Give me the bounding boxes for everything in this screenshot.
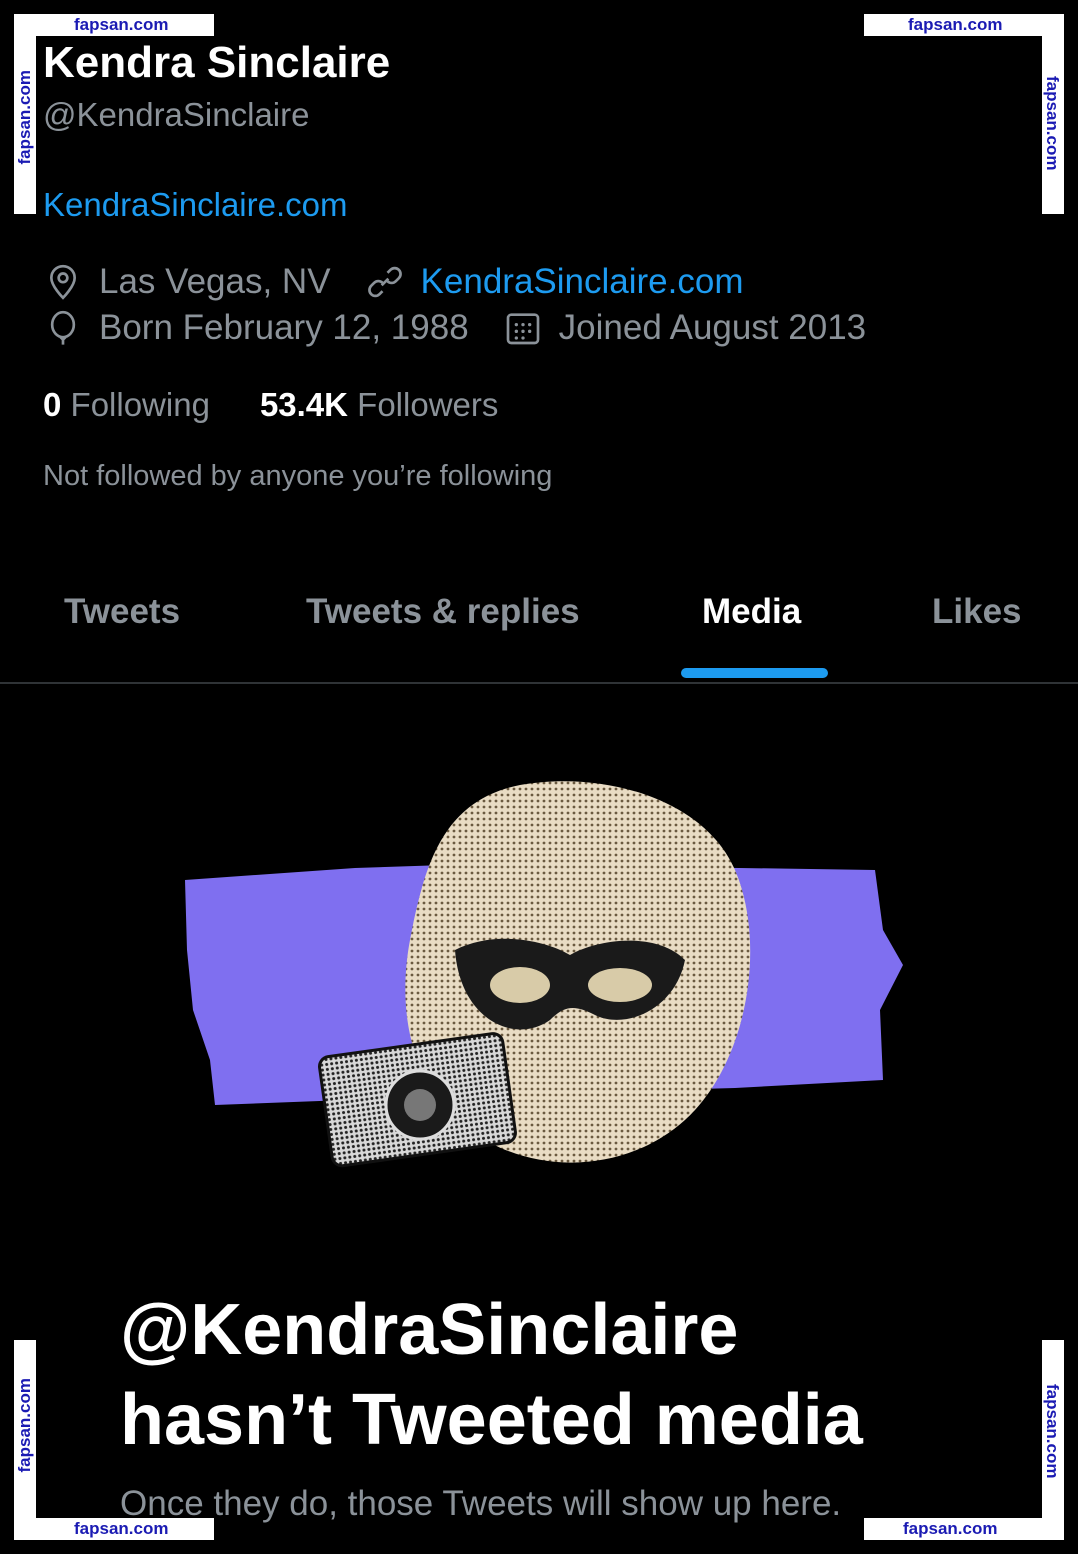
camera-icon [318, 1032, 517, 1168]
followers-link[interactable]: 53.4K Followers [260, 386, 498, 424]
joined-text: Joined August 2013 [558, 308, 867, 347]
tab-media[interactable]: Media [702, 592, 801, 632]
calendar-icon [506, 313, 540, 345]
tab-tweets[interactable]: Tweets [64, 592, 180, 632]
profile-tabs: Tweets Tweets & replies Media Likes [0, 560, 1078, 684]
profile-page: Kendra Sinclaire @KendraSinclaire Kendra… [0, 0, 1078, 1554]
website[interactable]: KendraSinclaire.com [365, 262, 744, 302]
empty-state-title: @KendraSinclaire hasn’t Tweeted media [120, 1285, 1000, 1465]
empty-state-title-line2: hasn’t Tweeted media [120, 1380, 863, 1460]
empty-media-illustration [185, 781, 903, 1168]
tab-tweets-replies[interactable]: Tweets & replies [306, 592, 580, 632]
profile-name: Kendra Sinclaire [43, 38, 391, 87]
empty-state-subtitle: Once they do, those Tweets will show up … [120, 1484, 842, 1523]
empty-state-title-line1: @KendraSinclaire [120, 1290, 739, 1370]
location-text: Las Vegas, NV [99, 262, 331, 301]
mask-eye-right [588, 968, 652, 1002]
active-tab-indicator [681, 668, 828, 678]
profile-handle: @KendraSinclaire [43, 96, 310, 133]
follow-stats: 0 Following 53.4K Followers [43, 386, 548, 424]
followers-label: Followers [357, 386, 499, 423]
tab-likes[interactable]: Likes [932, 592, 1022, 632]
birthday-text: Born February 12, 1988 [99, 308, 469, 347]
website-link[interactable]: KendraSinclaire.com [421, 262, 744, 302]
followers-count: 53.4K [259, 386, 348, 423]
profile-meta-row-1: Las Vegas, NV KendraSinclaire.com [43, 262, 777, 302]
link-icon [367, 266, 402, 298]
mask-eye-left [490, 967, 550, 1003]
following-link[interactable]: 0 Following [43, 386, 210, 424]
birthday: Born February 12, 1988 [43, 308, 469, 348]
following-label: Following [70, 386, 210, 423]
location-pin-icon [49, 264, 77, 300]
not-followed-notice: Not followed by anyone you’re following [43, 460, 553, 492]
profile-meta-row-2: Born February 12, 1988 Joined August 201… [43, 308, 900, 348]
joined: Joined August 2013 [503, 308, 866, 348]
bio-link[interactable]: KendraSinclaire.com [43, 186, 347, 224]
balloon-icon [50, 310, 76, 345]
following-count: 0 [43, 386, 62, 423]
location: Las Vegas, NV [43, 262, 331, 302]
